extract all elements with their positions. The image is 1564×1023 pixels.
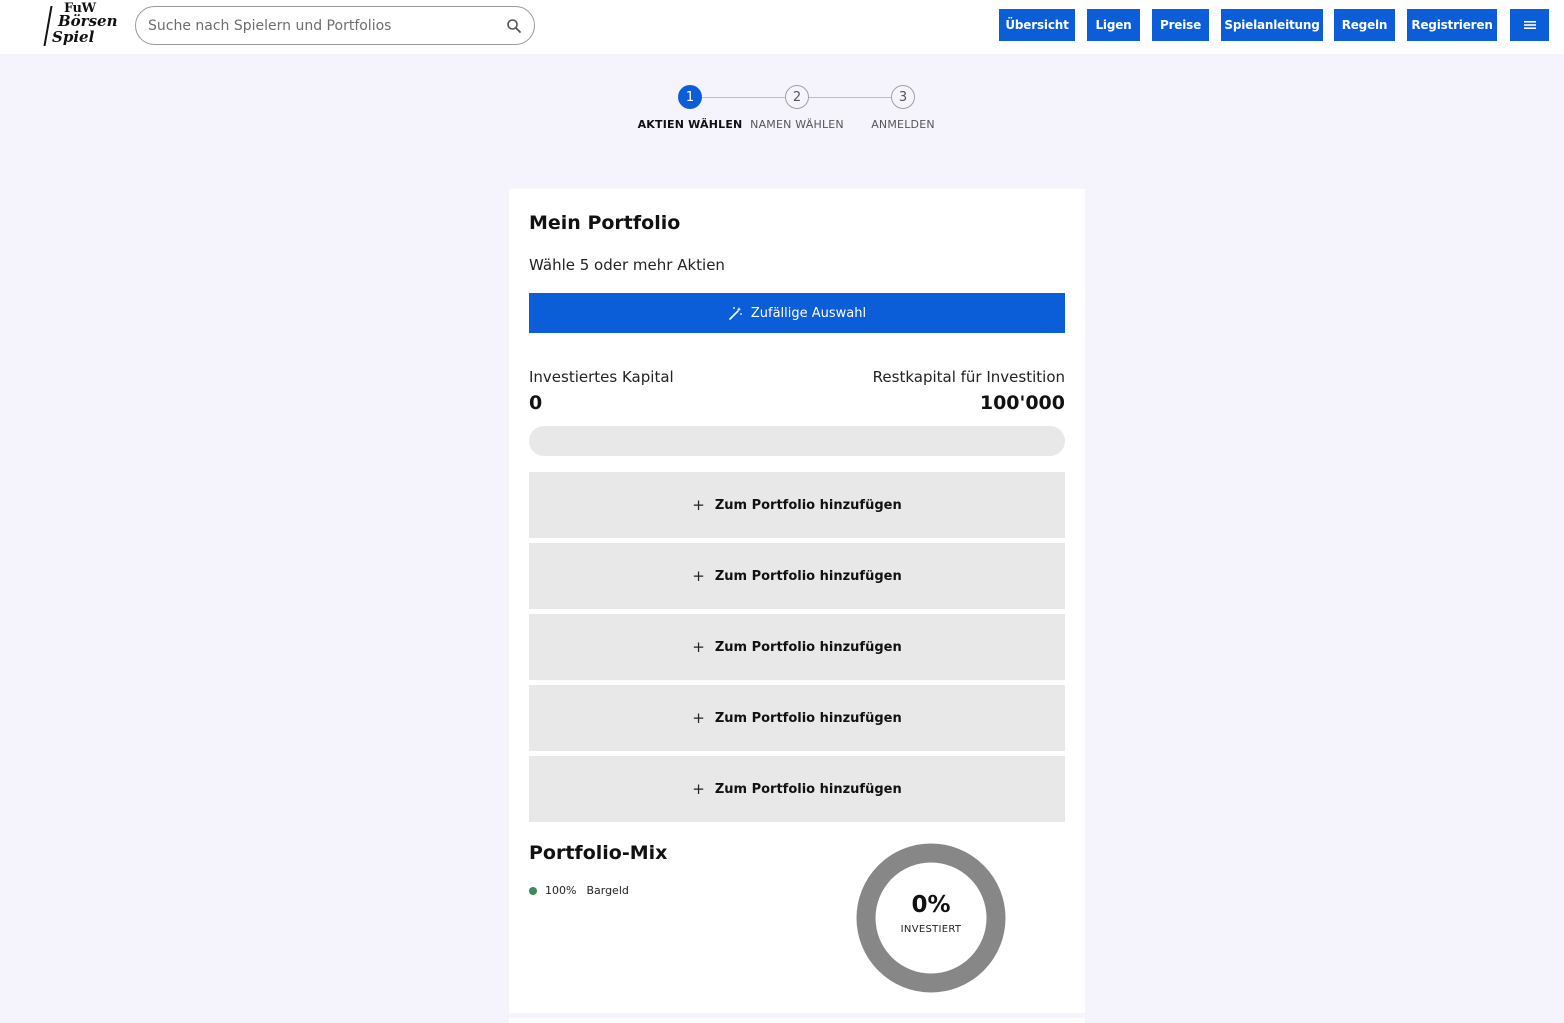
nav-uebersicht-button[interactable]: Übersicht [999, 9, 1075, 41]
donut-percent-value: 0% [911, 892, 951, 918]
add-to-portfolio-slot-1[interactable]: + Zum Portfolio hinzufügen [529, 472, 1065, 538]
top-header: FuW Börsen Spiel Übersicht Ligen Preise … [0, 0, 1564, 54]
step-3-circle: 3 [891, 85, 915, 109]
step-3-label: ANMELDEN [871, 118, 935, 131]
add-to-portfolio-slot-4[interactable]: + Zum Portfolio hinzufügen [529, 685, 1065, 751]
random-selection-label: Zufällige Auswahl [750, 305, 867, 321]
portfolio-donut-chart [856, 843, 1006, 993]
menu-button[interactable] [1510, 9, 1549, 41]
remaining-capital-value: 100'000 [979, 392, 1065, 414]
step-2-label: NAMEN WÄHLEN [750, 118, 844, 131]
stepper-connector-2 [809, 97, 891, 98]
legend-label: Bargeld [586, 884, 629, 897]
donut-caption: INVESTIERT [900, 924, 962, 935]
plus-icon: + [692, 780, 705, 798]
search-icon[interactable] [506, 18, 522, 34]
stepper-connector-1 [702, 97, 785, 98]
add-to-portfolio-label: Zum Portfolio hinzufügen [714, 781, 902, 797]
invested-capital-value: 0 [529, 392, 543, 414]
plus-icon: + [692, 567, 705, 585]
fuw-boersenspiel-logo[interactable]: FuW Börsen Spiel [43, 2, 118, 48]
nav-spielanleitung-button[interactable]: Spielanleitung [1221, 9, 1323, 41]
add-to-portfolio-slot-3[interactable]: + Zum Portfolio hinzufügen [529, 614, 1065, 680]
nav-ligen-button[interactable]: Ligen [1087, 9, 1140, 41]
random-selection-button[interactable]: Zufällige Auswahl [529, 293, 1065, 333]
legend-percent: 100% [545, 884, 577, 897]
hamburger-menu-icon [1523, 21, 1536, 29]
remaining-capital-label: Restkapital für Investition [872, 368, 1065, 386]
legend-dot-icon [529, 886, 537, 895]
step-2-circle: 2 [785, 85, 809, 109]
add-to-portfolio-label: Zum Portfolio hinzufügen [714, 639, 902, 655]
nav-preise-button[interactable]: Preise [1152, 9, 1209, 41]
portfolio-subtitle: Wähle 5 oder mehr Aktien [529, 256, 725, 274]
search-box [135, 6, 535, 45]
portfolio-mix-title: Portfolio-Mix [529, 842, 668, 864]
step-1-label: AKTIEN WÄHLEN [637, 118, 743, 131]
add-to-portfolio-slot-5[interactable]: + Zum Portfolio hinzufügen [529, 756, 1065, 822]
portfolio-mix-legend-item: 100% Bargeld [529, 884, 629, 897]
search-input[interactable] [148, 7, 498, 44]
add-to-portfolio-slot-2[interactable]: + Zum Portfolio hinzufügen [529, 543, 1065, 609]
plus-icon: + [692, 638, 705, 656]
donut-ring [856, 843, 1006, 993]
logo-line-boersen: Börsen [58, 12, 118, 30]
portfolio-card: Mein Portfolio Wähle 5 oder mehr Aktien … [509, 189, 1085, 1013]
magic-wand-icon [729, 306, 742, 320]
nav-registrieren-button[interactable]: Registrieren [1407, 9, 1497, 41]
add-to-portfolio-label: Zum Portfolio hinzufügen [714, 568, 902, 584]
step-1-circle: 1 [678, 85, 702, 109]
plus-icon: + [692, 709, 705, 727]
invested-capital-label: Investiertes Kapital [529, 368, 674, 386]
nav-regeln-button[interactable]: Regeln [1334, 9, 1395, 41]
plus-icon: + [692, 496, 705, 514]
logo-line-spiel: Spiel [52, 28, 95, 46]
add-to-portfolio-label: Zum Portfolio hinzufügen [714, 497, 902, 513]
portfolio-title: Mein Portfolio [529, 212, 681, 234]
add-to-portfolio-label: Zum Portfolio hinzufügen [714, 710, 902, 726]
next-card-edge [509, 1018, 1085, 1023]
capital-progress-bar [529, 426, 1065, 456]
